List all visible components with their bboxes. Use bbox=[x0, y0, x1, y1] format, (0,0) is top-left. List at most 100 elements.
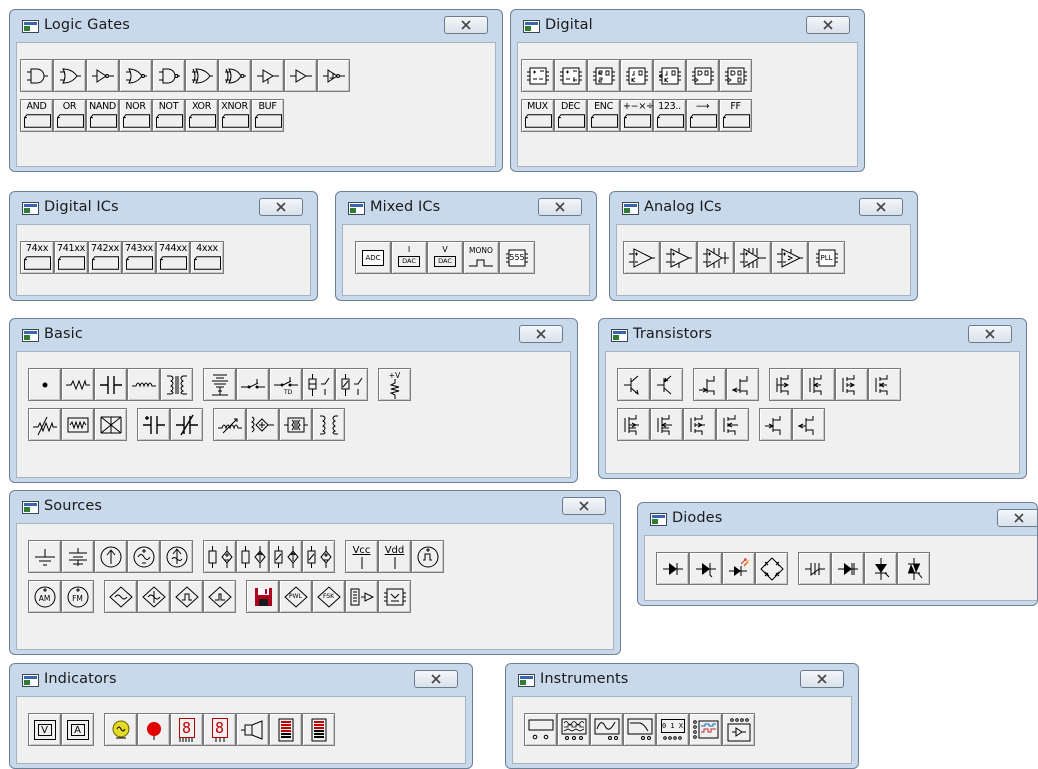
vcc-button[interactable]: Vcc bbox=[345, 540, 378, 573]
close-button[interactable] bbox=[444, 16, 488, 34]
742xx-button[interactable]: 742xx bbox=[88, 241, 122, 274]
pmos-4t-dep-button[interactable] bbox=[716, 408, 749, 441]
triac-button[interactable] bbox=[897, 552, 930, 585]
chip-source-button[interactable] bbox=[378, 580, 411, 613]
rs-flipflop-button[interactable] bbox=[587, 59, 620, 92]
polarized-capacitor-button[interactable] bbox=[137, 408, 170, 441]
jk-flipflop-neg-button[interactable] bbox=[653, 59, 686, 92]
cccs-button[interactable] bbox=[269, 540, 302, 573]
pull-up-button[interactable]: +V bbox=[378, 368, 411, 401]
xor-label-button[interactable]: XOR bbox=[185, 99, 218, 132]
buf-label-button[interactable]: BUF bbox=[251, 99, 284, 132]
xnor-label-button[interactable]: XNOR bbox=[218, 99, 251, 132]
or-label-button[interactable]: OR bbox=[53, 99, 86, 132]
led-button[interactable] bbox=[722, 552, 755, 585]
title-bar[interactable]: Indicators bbox=[10, 664, 472, 696]
schottky-diode-button[interactable] bbox=[798, 552, 831, 585]
vdd-button[interactable]: Vdd bbox=[378, 540, 411, 573]
close-button[interactable] bbox=[800, 670, 844, 688]
not-label-button[interactable]: NOT bbox=[152, 99, 185, 132]
nor-gate-button[interactable] bbox=[119, 59, 152, 92]
and-label-button[interactable]: AND bbox=[20, 99, 53, 132]
function-generator-button[interactable] bbox=[557, 713, 590, 746]
time-switch-button[interactable]: TD bbox=[269, 368, 302, 401]
nmos-4t-button[interactable] bbox=[617, 408, 650, 441]
potentiometer-button[interactable] bbox=[28, 408, 61, 441]
voltage-switch-button[interactable] bbox=[302, 368, 335, 401]
schmitt-gate-button[interactable] bbox=[317, 59, 350, 92]
close-button[interactable] bbox=[519, 325, 563, 343]
step-source-button[interactable] bbox=[203, 580, 236, 613]
close-button[interactable] bbox=[538, 198, 582, 216]
adc-button[interactable]: ADC bbox=[355, 241, 391, 274]
ammeter-button[interactable]: A bbox=[61, 713, 94, 746]
ac-dep-source-button[interactable] bbox=[104, 580, 137, 613]
ac-voltage-source-button[interactable] bbox=[127, 540, 160, 573]
voltmeter-button[interactable]: V bbox=[28, 713, 61, 746]
title-bar[interactable]: Digital ICs bbox=[10, 192, 317, 224]
close-button[interactable] bbox=[997, 509, 1037, 527]
opamp-5term-button[interactable] bbox=[660, 241, 697, 274]
am-source-button[interactable]: AM bbox=[28, 580, 61, 613]
nmos-4t-dep-button[interactable] bbox=[683, 408, 716, 441]
ac-dep-current-button[interactable] bbox=[137, 580, 170, 613]
tristate-gate-button[interactable] bbox=[284, 59, 317, 92]
capacitor-button[interactable] bbox=[94, 368, 127, 401]
pulse-source-button[interactable] bbox=[170, 580, 203, 613]
d-flipflop-button[interactable] bbox=[686, 59, 719, 92]
encoder-button[interactable]: ENC bbox=[587, 99, 620, 132]
pattern-source-button[interactable] bbox=[345, 580, 378, 613]
switch-spst-button[interactable] bbox=[236, 368, 269, 401]
jk-flipflop-button[interactable] bbox=[620, 59, 653, 92]
title-bar[interactable]: Digital bbox=[511, 10, 864, 42]
counter-button[interactable]: 123.. bbox=[653, 99, 686, 132]
fm-source-button[interactable]: FM bbox=[61, 580, 94, 613]
title-bar[interactable]: Basic bbox=[10, 319, 577, 351]
bargraph-button[interactable] bbox=[269, 713, 302, 746]
title-bar[interactable]: Mixed ICs bbox=[336, 192, 596, 224]
scr-button[interactable] bbox=[864, 552, 897, 585]
pmos-3t-button[interactable] bbox=[802, 368, 835, 401]
ac-current-source-button[interactable] bbox=[160, 540, 193, 573]
zener-diode-button[interactable] bbox=[689, 552, 722, 585]
probe-light-button[interactable] bbox=[137, 713, 170, 746]
timer-555-button[interactable]: 555 bbox=[499, 241, 535, 274]
close-button[interactable] bbox=[259, 198, 303, 216]
mesfet-p-button[interactable] bbox=[792, 408, 825, 441]
nor-label-button[interactable]: NOR bbox=[119, 99, 152, 132]
pmos-4t-button[interactable] bbox=[650, 408, 683, 441]
741xx-button[interactable]: 741xx bbox=[54, 241, 88, 274]
clock-source-button[interactable] bbox=[411, 540, 444, 573]
pnp-transistor-button[interactable] bbox=[650, 368, 683, 401]
diode-button[interactable] bbox=[656, 552, 689, 585]
variable-capacitor-button[interactable] bbox=[170, 408, 203, 441]
bode-plotter-button[interactable] bbox=[623, 713, 656, 746]
4xxx-button[interactable]: 4xxx bbox=[190, 241, 224, 274]
multimeter-button[interactable] bbox=[524, 713, 557, 746]
vcvs-button[interactable] bbox=[203, 540, 236, 573]
or-gate-button[interactable] bbox=[53, 59, 86, 92]
comparator-button[interactable] bbox=[697, 241, 734, 274]
battery-button[interactable] bbox=[61, 540, 94, 573]
title-bar[interactable]: Analog ICs bbox=[610, 192, 917, 224]
ground-button[interactable] bbox=[28, 540, 61, 573]
title-bar[interactable]: Sources bbox=[10, 491, 620, 523]
nand-label-button[interactable]: NAND bbox=[86, 99, 119, 132]
resistor-pack-button[interactable] bbox=[61, 408, 94, 441]
not-gate-button[interactable] bbox=[152, 59, 185, 92]
bridge-rectifier-button[interactable] bbox=[755, 552, 788, 585]
close-button[interactable] bbox=[859, 198, 903, 216]
logic-converter-button[interactable] bbox=[722, 713, 755, 746]
core-button[interactable] bbox=[279, 408, 312, 441]
current-switch-button[interactable] bbox=[335, 368, 368, 401]
decoded-display-button[interactable]: 8 bbox=[203, 713, 236, 746]
junction-button[interactable] bbox=[28, 368, 61, 401]
ccvs-button[interactable] bbox=[302, 540, 335, 573]
relay-button[interactable] bbox=[203, 368, 236, 401]
title-bar[interactable]: Diodes bbox=[638, 503, 1037, 535]
buzzer-button[interactable] bbox=[236, 713, 269, 746]
744xx-button[interactable]: 744xx bbox=[156, 241, 190, 274]
close-button[interactable] bbox=[562, 497, 606, 515]
mux-button[interactable]: MUX bbox=[521, 99, 554, 132]
title-bar[interactable]: Instruments bbox=[506, 664, 858, 696]
